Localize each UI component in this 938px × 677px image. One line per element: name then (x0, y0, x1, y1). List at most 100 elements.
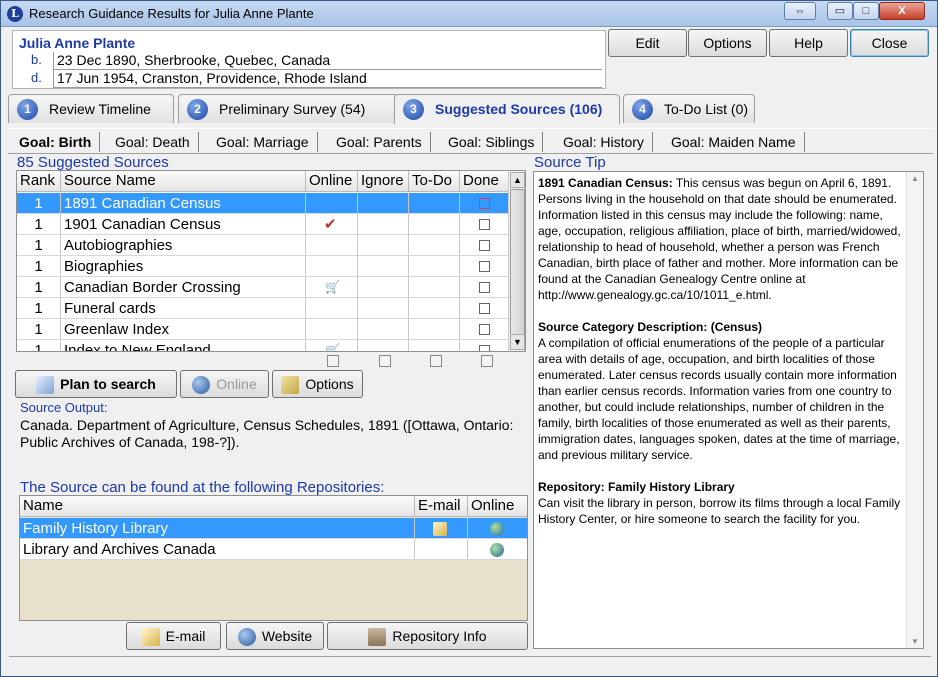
done-checkbox[interactable] (479, 198, 490, 209)
online-check-icon: ✔ (324, 216, 337, 233)
done-checkbox[interactable] (479, 240, 490, 251)
close-window-button[interactable]: X (879, 2, 925, 20)
table-row[interactable]: 1 Index to New England 🛒 (17, 340, 509, 351)
row-cell[interactable] (460, 298, 509, 319)
website-button[interactable]: Website (226, 622, 324, 650)
scroll-thumb[interactable] (510, 189, 525, 335)
col-to-do[interactable]: To-Do (409, 171, 460, 192)
col-ignore[interactable]: Ignore (358, 171, 409, 192)
table-row[interactable]: 1 Greenlaw Index (17, 319, 509, 340)
row-cell[interactable] (409, 298, 460, 319)
filter-online-checkbox[interactable] (327, 355, 339, 367)
row-cell[interactable] (409, 277, 460, 298)
table-row[interactable]: 1 1891 Canadian Census (17, 193, 509, 214)
tab-to-do-list[interactable]: 4 To-Do List (0) (623, 94, 755, 123)
row-cell[interactable] (358, 214, 409, 235)
sources-scrollbar[interactable]: ▲ ▼ (508, 171, 525, 351)
repository-row[interactable]: Library and Archives Canada (20, 539, 527, 560)
row-cell[interactable] (409, 340, 460, 351)
email-button[interactable]: E-mail (126, 622, 221, 650)
row-cell[interactable] (460, 235, 509, 256)
table-row[interactable]: 1 Autobiographies (17, 235, 509, 256)
row-cell[interactable] (409, 214, 460, 235)
filter-ignore-checkbox[interactable] (379, 355, 391, 367)
done-checkbox[interactable] (479, 261, 490, 272)
online-button[interactable]: Online (180, 370, 269, 398)
tab-preliminary-survey[interactable]: 2 Preliminary Survey (54) (178, 94, 398, 123)
row-cell[interactable] (358, 235, 409, 256)
goal-parents[interactable]: Goal: Parents (328, 132, 431, 152)
row-cell[interactable] (460, 277, 509, 298)
goal-marriage[interactable]: Goal: Marriage (208, 132, 318, 152)
done-checkbox[interactable] (479, 219, 490, 230)
globe-icon (192, 376, 211, 395)
goal-maiden-name[interactable]: Goal: Maiden Name (663, 132, 805, 152)
done-checkbox[interactable] (479, 324, 490, 335)
minimize-button[interactable]: ▭ (827, 2, 853, 20)
row-cell[interactable] (358, 193, 409, 214)
row-cell[interactable] (358, 277, 409, 298)
repository-row[interactable]: Family History Library (20, 518, 527, 539)
filter-done-checkbox[interactable] (481, 355, 493, 367)
row-cell[interactable] (460, 256, 509, 277)
row-cell[interactable] (409, 256, 460, 277)
tab-review-timeline[interactable]: 1 Review Timeline (8, 94, 174, 123)
row-cell[interactable] (460, 214, 509, 235)
col-source-name[interactable]: Source Name (61, 171, 306, 192)
col-repo-online[interactable]: Online (468, 496, 527, 517)
scroll-down-icon[interactable]: ▼ (911, 637, 919, 646)
source-options-button[interactable]: Options (272, 370, 363, 398)
row-cell[interactable] (460, 319, 509, 340)
row-cell[interactable] (358, 319, 409, 340)
tab-label: To-Do List (0) (664, 101, 749, 117)
col-repo-email[interactable]: E-mail (415, 496, 468, 517)
tab-label: Review Timeline (49, 101, 151, 117)
col-repo-name[interactable]: Name (20, 496, 415, 517)
row-cell[interactable] (358, 256, 409, 277)
done-checkbox[interactable] (479, 282, 490, 293)
close-button-label: Close (871, 35, 908, 51)
row-cell[interactable] (358, 340, 409, 351)
goal-siblings[interactable]: Goal: Siblings (440, 132, 544, 152)
row-cell[interactable] (460, 193, 509, 214)
table-row[interactable]: 1 1901 Canadian Census ✔ (17, 214, 509, 235)
maximize-button[interactable]: □ (853, 2, 879, 20)
tip-census-body: This census was begun on April 6, 1891. … (538, 176, 901, 302)
tab-suggested-sources[interactable]: 3 Suggested Sources (106) (394, 94, 620, 124)
col-rank[interactable]: Rank (17, 171, 61, 192)
filter-to-do-checkbox[interactable] (430, 355, 442, 367)
repository-info-button[interactable]: Repository Info (327, 622, 528, 650)
done-checkbox[interactable] (479, 303, 490, 314)
globe-icon[interactable] (490, 522, 504, 537)
row-cell[interactable] (409, 193, 460, 214)
step-2-icon: 2 (187, 99, 208, 120)
globe-icon[interactable] (490, 543, 504, 558)
row-cell[interactable] (460, 340, 509, 351)
tip-scrollbar[interactable]: ▲ ▼ (906, 172, 923, 648)
table-row[interactable]: 1 Funeral cards (17, 298, 509, 319)
cart-icon[interactable]: 🛒 (325, 277, 340, 297)
scroll-up-icon[interactable]: ▲ (911, 174, 919, 183)
edit-button[interactable]: Edit (608, 29, 687, 57)
close-button[interactable]: Close (850, 29, 929, 57)
goal-birth[interactable]: Goal: Birth (11, 132, 101, 152)
col-done[interactable]: Done (460, 171, 509, 192)
scroll-up-icon[interactable]: ▲ (510, 172, 525, 188)
row-cell[interactable] (409, 235, 460, 256)
done-checkbox[interactable] (479, 345, 490, 351)
row-cell[interactable] (409, 319, 460, 340)
goal-death[interactable]: Goal: Death (107, 132, 199, 152)
cart-icon[interactable]: 🛒 (325, 340, 340, 351)
title-bar[interactable]: L Research Guidance Results for Julia An… (1, 1, 937, 27)
table-row[interactable]: 1 Biographies (17, 256, 509, 277)
scroll-down-icon[interactable]: ▼ (510, 334, 525, 350)
plan-to-search-button[interactable]: Plan to search (15, 370, 177, 398)
help-button[interactable]: Help (769, 29, 848, 57)
row-cell[interactable] (358, 298, 409, 319)
restore-window-button[interactable]: ⇔ (784, 2, 816, 20)
options-button[interactable]: Options (688, 29, 767, 57)
goal-history[interactable]: Goal: History (555, 132, 653, 152)
table-row[interactable]: 1 Canadian Border Crossing 🛒 (17, 277, 509, 298)
email-icon[interactable] (433, 522, 447, 537)
col-online[interactable]: Online (306, 171, 358, 192)
